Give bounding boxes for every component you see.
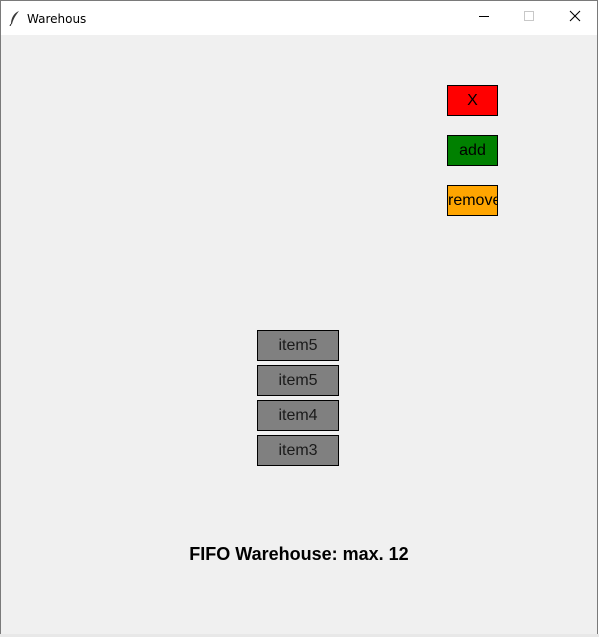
stack-item: item4 [257,400,339,431]
close-icon [569,9,581,27]
maximize-button[interactable] [506,1,552,35]
stack-item: item5 [257,330,339,361]
minimize-icon [478,9,490,27]
add-button[interactable]: add [447,135,498,166]
minimize-button[interactable] [461,1,507,35]
window-title: Warehous [27,12,87,26]
feather-icon [8,10,22,27]
close-x-button[interactable]: X [447,85,498,116]
maximize-icon [523,9,535,27]
main-canvas: X add remove item5 item5 item4 item3 FIF… [1,35,597,634]
app-window: Warehous X add remove item5 item5 item4 … [0,0,598,634]
remove-button[interactable]: remove [447,185,498,216]
warehouse-caption: FIFO Warehouse: max. 12 [189,544,409,564]
stack-item: item3 [257,435,339,466]
stack-item: item5 [257,365,339,396]
window-close-button[interactable] [552,1,598,35]
title-bar[interactable]: Warehous [1,1,597,35]
